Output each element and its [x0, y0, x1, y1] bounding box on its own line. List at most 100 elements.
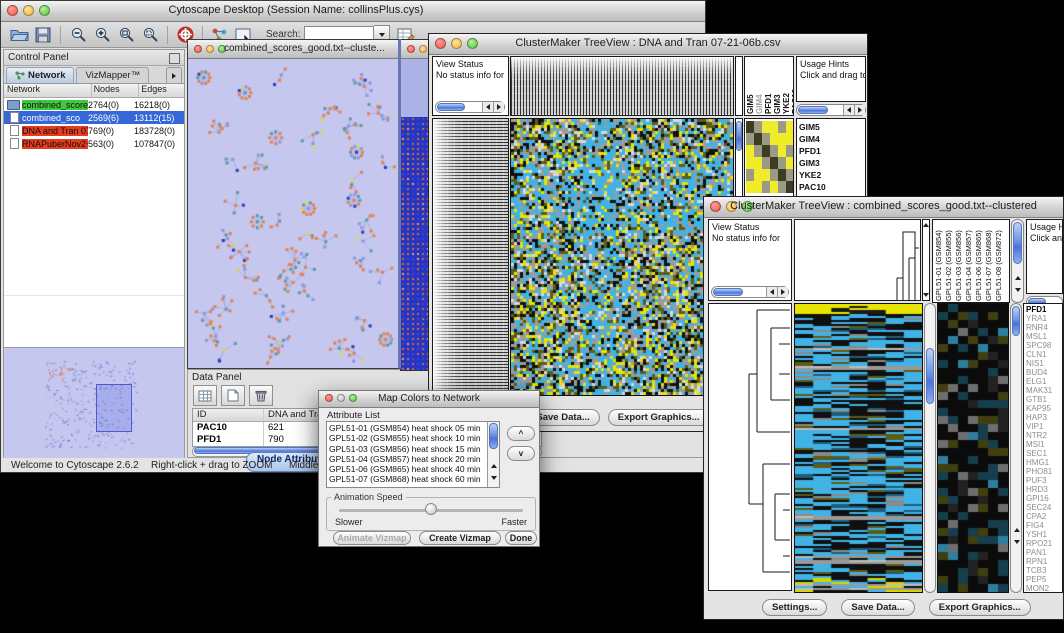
column-header-network[interactable]: Network: [4, 84, 92, 97]
attribute-list-item[interactable]: GPL51-01 (GSM854) heat shock 05 min: [327, 423, 487, 433]
arrow-up-icon[interactable]: [1014, 528, 1020, 532]
arrow-down-icon[interactable]: [1015, 288, 1021, 292]
labels-scrollbar[interactable]: [796, 104, 866, 116]
birdseye-overview[interactable]: [4, 347, 184, 458]
heatmap-canvas[interactable]: [795, 304, 922, 592]
row-dendrogram[interactable]: [708, 303, 792, 591]
scroll-right-button[interactable]: [777, 287, 788, 297]
column-header-id[interactable]: ID: [193, 409, 264, 421]
arrow-down-icon[interactable]: [491, 476, 497, 480]
scroll-left-button[interactable]: [843, 105, 854, 115]
zoom-in-icon[interactable]: [90, 24, 114, 45]
scrollbar-thumb[interactable]: [437, 103, 465, 111]
dialog-button[interactable]: Done: [505, 531, 537, 545]
move-down-button[interactable]: v: [507, 446, 535, 461]
arrow-up-icon[interactable]: [923, 223, 929, 227]
tab-vizmapper[interactable]: VizMapper™: [76, 67, 149, 83]
scrollbar-thumb[interactable]: [736, 121, 742, 151]
close-button[interactable]: [407, 45, 415, 53]
treeview-button[interactable]: Settings...: [762, 599, 827, 616]
scroll-strip[interactable]: [922, 219, 930, 301]
treeview-button[interactable]: Export Graphics...: [608, 409, 710, 426]
scrollbar-thumb[interactable]: [489, 423, 498, 449]
network-list-row[interactable]: RNAPuberNov2+563(0)107847(0): [4, 137, 184, 150]
minimize-button[interactable]: [206, 45, 214, 53]
main-window-titlebar[interactable]: Cytoscape Desktop (Session Name: collins…: [1, 1, 705, 22]
zoom-fit-icon[interactable]: [114, 24, 138, 45]
column-dendrogram[interactable]: [794, 219, 921, 301]
column-labels: GPL51-01 (GSM854)GPL51-02 (GSM855)GPL51-…: [932, 219, 1010, 303]
arrow-down-icon[interactable]: [923, 293, 929, 297]
zoom-selected-icon[interactable]: [138, 24, 162, 45]
treeview2-titlebar[interactable]: ClusterMaker TreeView : combined_scores_…: [704, 197, 1063, 218]
column-header-edges[interactable]: Edges: [139, 84, 184, 97]
dialog-button[interactable]: Animate Vizmap: [333, 531, 411, 545]
open-session-icon[interactable]: [7, 24, 31, 45]
column-dendrogram[interactable]: [510, 56, 734, 116]
network-list-row[interactable]: combined_scores2764(0)16218(0): [4, 98, 184, 111]
scroll-strip[interactable]: [735, 56, 743, 116]
view-status-scrollbar[interactable]: [435, 101, 505, 113]
attribute-list-item[interactable]: GPL51-06 (GSM865) heat shock 40 min: [327, 464, 487, 474]
scrollbar-thumb[interactable]: [926, 348, 934, 404]
arrow-down-icon[interactable]: [1014, 540, 1020, 544]
heatmap-main[interactable]: [510, 118, 734, 396]
attribute-list-item[interactable]: GPL51-03 (GSM856) heat shock 15 min: [327, 444, 487, 454]
network-list-row[interactable]: combined_sco2569(6)13112(15): [4, 111, 184, 124]
scrollbar-thumb[interactable]: [713, 288, 743, 296]
column-label: PFD1: [764, 58, 773, 114]
scroll-right-button[interactable]: [854, 105, 865, 115]
network-window-titlebar[interactable]: combined_scores_good.txt--cluste...: [188, 40, 398, 59]
dialog-button[interactable]: Create Vizmap: [419, 531, 501, 545]
column-header-nodes[interactable]: Nodes: [92, 84, 140, 97]
zoom-heatmap[interactable]: [746, 121, 794, 193]
zoom-heatmap[interactable]: [937, 303, 1009, 593]
slider-min-label: Slower: [335, 517, 363, 527]
minimize-button[interactable]: [419, 45, 427, 53]
attribute-list-item[interactable]: GPL51-02 (GSM855) heat shock 10 min: [327, 433, 487, 443]
scrollbar-thumb[interactable]: [798, 106, 828, 114]
heatmap-canvas[interactable]: [511, 119, 733, 395]
close-button[interactable]: [194, 45, 202, 53]
network-list-row[interactable]: DNA and Tran 07769(0)183728(0): [4, 124, 184, 137]
network-canvas[interactable]: [188, 59, 398, 369]
zoom-heatmap-canvas[interactable]: [938, 304, 1008, 592]
tab-overflow-button[interactable]: [166, 67, 182, 83]
scroll-left-button[interactable]: [482, 102, 493, 112]
row-dendrogram[interactable]: [432, 118, 509, 396]
speed-slider-thumb[interactable]: [425, 503, 437, 515]
network-window2-titlebar[interactable]: [401, 40, 429, 59]
move-up-button[interactable]: ^: [507, 426, 535, 441]
arrow-up-icon[interactable]: [1015, 276, 1021, 280]
scroll-left-button[interactable]: [766, 287, 777, 297]
scrollbar-thumb[interactable]: [1013, 222, 1022, 264]
select-attributes-icon[interactable]: [193, 385, 217, 406]
treeview-button[interactable]: Export Graphics...: [929, 599, 1031, 616]
network-tab-icon: [15, 71, 25, 80]
scrollbar-thumb[interactable]: [1012, 306, 1020, 336]
new-attribute-icon[interactable]: [221, 385, 245, 406]
gene-labels-vscroll[interactable]: [1010, 303, 1022, 593]
attribute-list-item[interactable]: GPL51-07 (GSM868) heat shock 60 min: [327, 474, 487, 484]
zoom-out-icon[interactable]: [66, 24, 90, 45]
heatmap-cell: [770, 169, 778, 181]
dialog-titlebar[interactable]: Map Colors to Network: [319, 391, 539, 408]
attribute-list-item[interactable]: GPL51-04 (GSM857) heat shock 20 min: [327, 454, 487, 464]
network-nodes-count: 2569(6): [88, 113, 134, 123]
treeview1-titlebar[interactable]: ClusterMaker TreeView : DNA and Tran 07-…: [429, 34, 867, 55]
arrow-up-icon[interactable]: [491, 464, 497, 468]
delete-attribute-trash-icon[interactable]: [249, 385, 273, 406]
scroll-right-button[interactable]: [493, 102, 504, 112]
labels-vscroll[interactable]: [1011, 219, 1024, 303]
dense-network-canvas[interactable]: [401, 117, 429, 370]
float-panel-icon[interactable]: [169, 53, 180, 64]
heatmap-vscroll[interactable]: [924, 303, 936, 593]
treeview-button[interactable]: Save Data...: [841, 599, 914, 616]
tab-network[interactable]: Network: [6, 67, 74, 83]
overview-viewport-rect[interactable]: [96, 384, 132, 432]
save-session-icon[interactable]: [31, 24, 55, 45]
heatmap-cell: [778, 145, 786, 157]
heatmap-main[interactable]: [794, 303, 923, 593]
view-status-scrollbar[interactable]: [711, 286, 789, 298]
attribute-list-scrollbar[interactable]: [487, 422, 499, 487]
